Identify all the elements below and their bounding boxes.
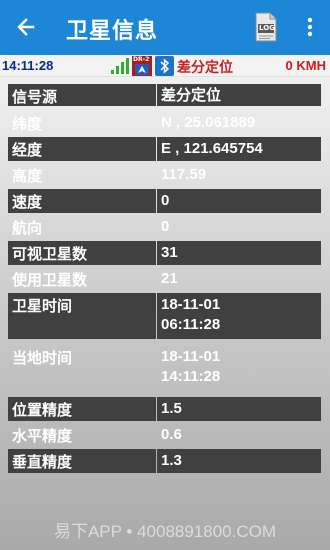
more-vertical-icon — [307, 17, 313, 37]
signal-strength-icon — [111, 58, 129, 74]
table-row: 可视卫星数 31 — [8, 241, 321, 265]
row-label: 航向 — [12, 219, 43, 237]
row-label: 卫星时间 — [8, 293, 156, 339]
row-value: 0 — [157, 189, 321, 213]
row-value: 1.3 — [157, 449, 321, 473]
overflow-menu-button[interactable] — [300, 14, 320, 40]
bluetooth-icon — [155, 56, 174, 76]
speed-readout: 0 KMH — [285, 58, 326, 73]
row-value: 0 — [161, 218, 170, 235]
arrow-left-icon — [17, 18, 35, 36]
row-label: 可视卫星数 — [8, 241, 156, 265]
row-label: 垂直精度 — [8, 449, 156, 473]
table-row: 水平精度 0.6 — [8, 423, 321, 447]
row-value: 0.6 — [161, 426, 182, 443]
row-label: 纬度 — [12, 115, 43, 133]
page-title: 卫星信息 — [66, 19, 159, 44]
back-button[interactable] — [10, 12, 42, 42]
row-label: 位置精度 — [8, 397, 156, 421]
table-row: 航向 0 — [8, 215, 321, 239]
status-time: 14:11:28 — [2, 58, 54, 73]
table-row: 速度 0 — [8, 189, 321, 213]
table-row: 卫星时间 18-11-01 06:11:28 — [8, 293, 321, 339]
table-row: 位置精度 1.5 — [8, 397, 321, 421]
row-label: 水平精度 — [12, 427, 73, 445]
row-label: 使用卫星数 — [12, 271, 88, 289]
table-row: 经度 E , 121.645754 — [8, 137, 321, 161]
dr-badge: DR-2 — [132, 56, 152, 76]
row-label: 速度 — [8, 189, 156, 213]
row-value: 差分定位 — [157, 84, 321, 106]
row-value: N , 25.061889 — [161, 114, 256, 131]
row-value: 117.59 — [161, 166, 207, 183]
watermark: 易下APP • 4008891800.COM — [53, 522, 277, 541]
dr-label: DR-2 — [133, 56, 150, 63]
row-value: 18-11-01 06:11:28 — [157, 293, 321, 339]
row-label: 高度 — [12, 167, 43, 185]
row-label: 当地时间 — [12, 349, 73, 367]
table-row: 使用卫星数 21 — [8, 267, 321, 291]
row-value: 1.5 — [157, 397, 321, 421]
table-row: 纬度 N , 25.061889 — [8, 111, 321, 135]
row-value: 21 — [161, 270, 178, 287]
row-label: 信号源 — [8, 84, 156, 106]
log-label: LOG — [259, 24, 275, 32]
row-value: E , 121.645754 — [157, 137, 321, 161]
fix-mode-label: 差分定位 — [177, 60, 233, 76]
app-bar: 卫星信息 LOG — [0, 0, 330, 55]
row-value: 18-11-01 14:11:28 — [161, 348, 221, 385]
table-row: 垂直精度 1.3 — [8, 449, 321, 473]
bluetooth-badge — [155, 56, 174, 76]
table-row: 高度 117.59 — [8, 163, 321, 187]
row-value: 31 — [157, 241, 321, 265]
table-row: 当地时间 18-11-01 14:11:28 — [8, 345, 321, 391]
log-button[interactable]: LOG — [254, 12, 278, 42]
table-row: 信号源 差分定位 — [8, 84, 321, 106]
status-bar: 14:11:28 DR-2 差分定位 0 KMH — [0, 55, 330, 77]
row-label: 经度 — [8, 137, 156, 161]
